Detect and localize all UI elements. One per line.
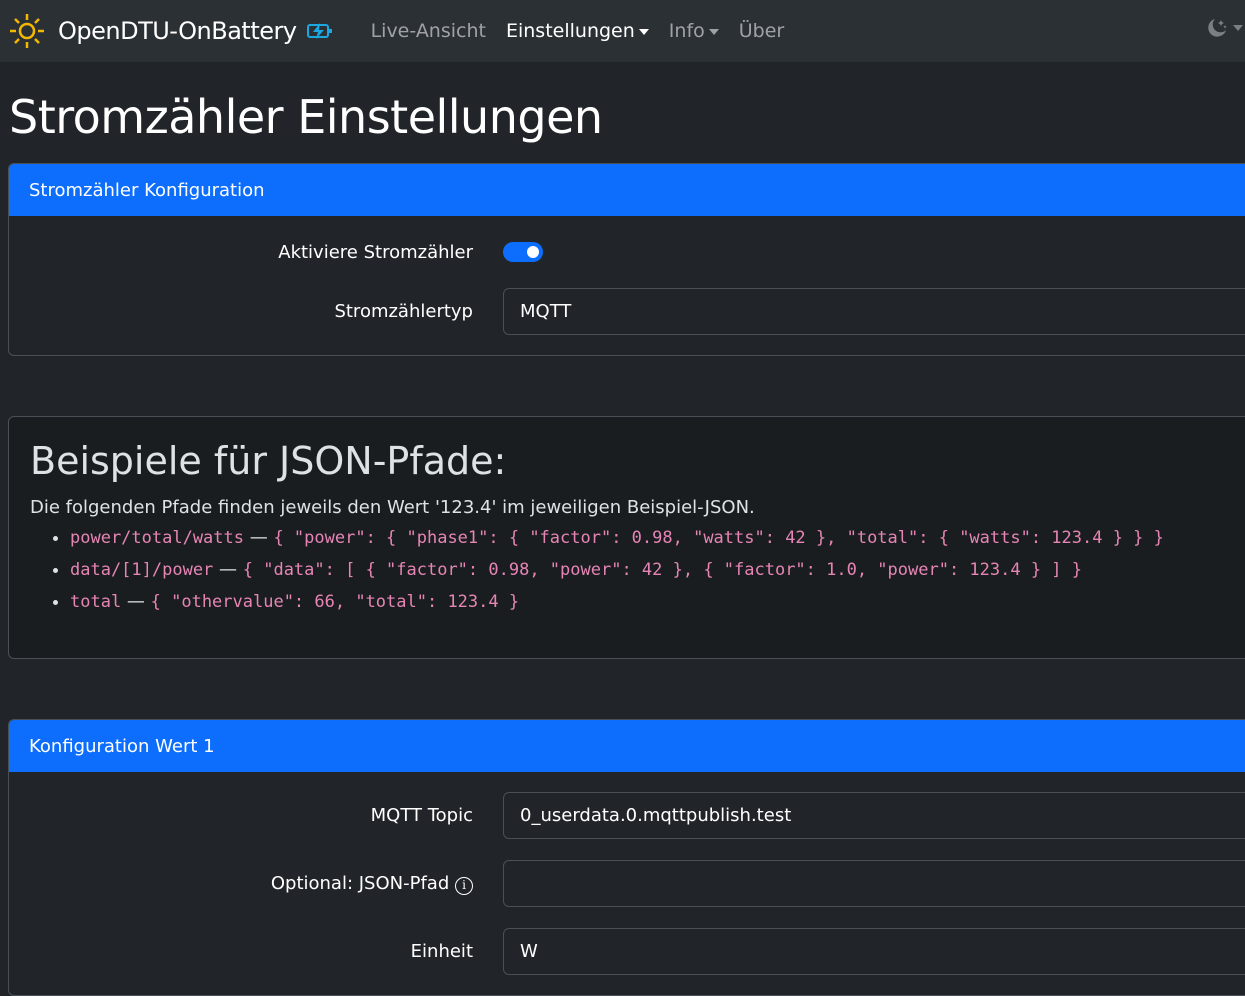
- examples-title: Beispiele für JSON-Pfade:: [30, 439, 507, 483]
- caret-down-icon: [708, 28, 719, 35]
- example-json: { "othervalue": 66, "total": 123.4 }: [150, 592, 520, 612]
- page-title: Stromzähler Einstellungen: [9, 90, 603, 144]
- mqtt-topic-input[interactable]: 0_userdata.0.mqttpublish.test: [503, 792, 1245, 839]
- nav-settings-dropdown[interactable]: Einstellungen: [506, 20, 649, 42]
- example-json: { "data": [ { "factor": 0.98, "power": 4…: [242, 560, 1083, 580]
- example-item: total — { "othervalue": 66, "total": 123…: [70, 586, 1245, 618]
- json-path-examples: Beispiele für JSON-Pfade: Die folgenden …: [8, 416, 1245, 659]
- topic-label: MQTT Topic: [370, 805, 473, 826]
- nav-info-label: Info: [668, 20, 705, 42]
- jsonpath-label: Optional: JSON-Pfad i: [9, 873, 503, 895]
- example-sep: —: [213, 559, 243, 580]
- example-item: power/total/watts — { "power": { "phase1…: [70, 522, 1245, 554]
- json-path-input[interactable]: [503, 860, 1245, 907]
- jsonpath-label-text: Optional: JSON-Pfad: [270, 872, 450, 894]
- example-json: { "power": { "phase1": { "factor": 0.98,…: [273, 528, 1164, 548]
- example-sep: —: [121, 591, 151, 612]
- caret-down-icon: [1233, 25, 1243, 31]
- card-header: Konfiguration Wert 1: [9, 720, 1245, 772]
- brand-link[interactable]: OpenDTU-OnBattery: [8, 12, 333, 50]
- moon-stars-icon: [1208, 19, 1227, 37]
- enable-meter-toggle[interactable]: [503, 242, 543, 262]
- navbar: OpenDTU-OnBattery Live-Ansicht Einstellu…: [0, 0, 1245, 62]
- brand-name: OpenDTU-OnBattery: [58, 17, 297, 45]
- enable-label: Aktiviere Stromzähler: [278, 241, 473, 263]
- meter-type-select[interactable]: MQTT: [503, 288, 1245, 335]
- nav-live-view[interactable]: Live-Ansicht: [371, 20, 486, 42]
- battery-charging-icon: [306, 23, 332, 39]
- example-path: total: [70, 592, 122, 612]
- example-path: power/total/watts: [70, 528, 244, 548]
- card-header: Stromzähler Konfiguration: [9, 164, 1245, 216]
- nav-about[interactable]: Über: [739, 20, 784, 42]
- nav-info-dropdown[interactable]: Info: [669, 20, 719, 42]
- type-label: Stromzählertyp: [334, 301, 473, 322]
- example-sep: —: [244, 527, 274, 548]
- example-item: data/[1]/power — { "data": [ { "factor":…: [70, 554, 1245, 586]
- caret-down-icon: [638, 28, 649, 35]
- info-circle-icon[interactable]: i: [455, 876, 473, 895]
- nav-settings-label: Einstellungen: [505, 20, 635, 42]
- sun-icon: [10, 14, 44, 48]
- unit-label: Einheit: [410, 941, 473, 962]
- meter-config-card: Stromzähler Konfiguration Aktiviere Stro…: [8, 163, 1245, 356]
- value1-config-card: Konfiguration Wert 1 MQTT Topic 0_userda…: [8, 719, 1245, 996]
- example-path: data/[1]/power: [70, 560, 214, 580]
- unit-select[interactable]: W: [503, 928, 1245, 975]
- examples-intro: Die folgenden Pfade finden jeweils den W…: [30, 497, 755, 518]
- theme-toggle[interactable]: [1205, 16, 1243, 40]
